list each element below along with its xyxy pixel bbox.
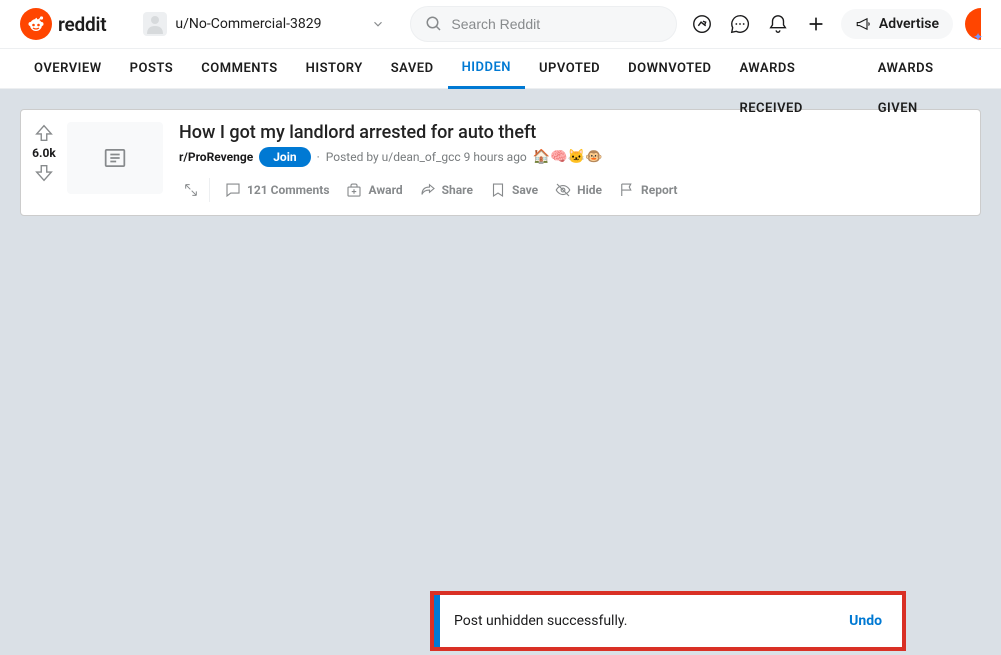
award-icon[interactable]: 🐱	[568, 149, 585, 165]
reddit-logo[interactable]: reddit	[20, 8, 106, 40]
undo-button[interactable]: Undo	[849, 613, 902, 629]
award-icon[interactable]: 🐵	[585, 149, 602, 165]
tab-awards_given[interactable]: AWARDS GIVEN	[864, 49, 981, 89]
user-menu[interactable]: ✦	[965, 8, 981, 40]
hide-button[interactable]: Hide	[548, 177, 608, 203]
chat-icon[interactable]	[723, 7, 757, 41]
post-card[interactable]: 6.0k How I got my landlord arrested for …	[20, 109, 981, 216]
author-link[interactable]: u/dean_of_gcc	[382, 150, 461, 164]
posted-by: Posted by u/dean_of_gcc 9 hours ago	[326, 150, 527, 164]
tab-posts[interactable]: POSTS	[116, 49, 188, 89]
tab-history[interactable]: HISTORY	[292, 49, 377, 89]
advertise-label: Advertise	[879, 16, 939, 32]
post-age: 9 hours ago	[464, 150, 527, 164]
top-header: reddit u/No-Commercial-3829	[0, 0, 1001, 49]
notifications-icon[interactable]	[761, 7, 795, 41]
vote-count: 6.0k	[32, 146, 56, 160]
tab-downvoted[interactable]: DOWNVOTED	[614, 49, 725, 89]
header-actions: Advertise ✦	[685, 7, 981, 41]
content-area: 6.0k How I got my landlord arrested for …	[0, 89, 1001, 236]
post-thumbnail[interactable]	[67, 122, 163, 194]
user-dropdown[interactable]: u/No-Commercial-3829	[134, 7, 394, 41]
report-button[interactable]: Report	[612, 177, 683, 203]
post-body: How I got my landlord arrested for auto …	[171, 118, 980, 207]
post-actions: 121 Comments Award Share Save Hide	[179, 177, 972, 203]
downvote-icon[interactable]	[33, 162, 55, 184]
reddit-mark-icon	[20, 8, 52, 40]
save-button[interactable]: Save	[483, 177, 544, 203]
chevron-down-icon	[371, 17, 385, 31]
popular-icon[interactable]	[685, 7, 719, 41]
share-button[interactable]: Share	[413, 177, 479, 203]
tab-comments[interactable]: COMMENTS	[187, 49, 291, 89]
avatar-icon	[143, 12, 167, 36]
comments-button[interactable]: 121 Comments	[218, 177, 335, 203]
join-button[interactable]: Join	[259, 147, 310, 167]
sparkle-icon: ✦	[973, 30, 983, 44]
search-input[interactable]	[451, 16, 661, 32]
award-button[interactable]: Award	[339, 177, 408, 203]
search-icon	[425, 15, 443, 33]
meta-separator: ·	[317, 150, 320, 164]
tab-awards_received[interactable]: AWARDS RECEIVED	[725, 49, 863, 89]
create-post-icon[interactable]	[799, 7, 833, 41]
tab-hidden[interactable]: HIDDEN	[448, 49, 525, 89]
advertise-button[interactable]: Advertise	[841, 9, 953, 39]
toast-message: Post unhidden successfully.	[440, 613, 849, 629]
reddit-wordmark: reddit	[58, 13, 106, 36]
tab-overview[interactable]: OVERVIEW	[20, 49, 116, 89]
search-container	[410, 6, 676, 42]
tab-upvoted[interactable]: UPVOTED	[525, 49, 614, 89]
awards-row: 🏠🧠🐱🐵	[533, 149, 603, 165]
search-box[interactable]	[410, 6, 676, 42]
upvote-icon[interactable]	[33, 122, 55, 144]
vote-column: 6.0k	[21, 118, 67, 207]
post-title[interactable]: How I got my landlord arrested for auto …	[179, 122, 972, 143]
profile-tabs: OVERVIEWPOSTSCOMMENTSHISTORYSAVEDHIDDENU…	[0, 49, 1001, 89]
expand-icon[interactable]	[179, 178, 210, 202]
award-icon[interactable]: 🏠	[533, 149, 550, 165]
toast-notification: Post unhidden successfully. Undo	[430, 591, 906, 651]
award-icon[interactable]: 🧠	[550, 149, 567, 165]
megaphone-icon	[855, 15, 873, 33]
subreddit-link[interactable]: r/ProRevenge	[179, 150, 253, 164]
post-meta: r/ProRevenge Join · Posted by u/dean_of_…	[179, 147, 972, 167]
username-label: u/No-Commercial-3829	[175, 16, 363, 32]
tab-saved[interactable]: SAVED	[377, 49, 448, 89]
